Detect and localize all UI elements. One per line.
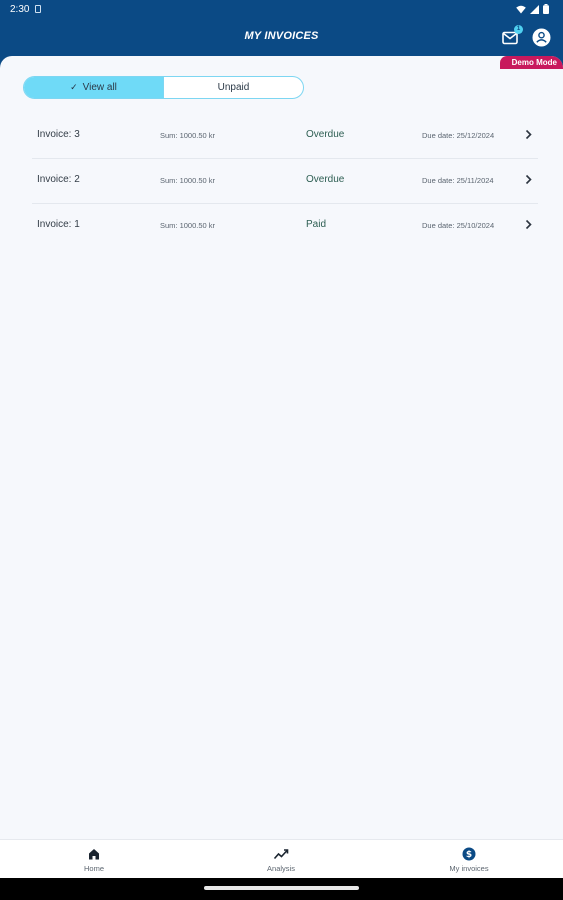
invoice-due-date: Due date: 25/10/2024 (422, 221, 495, 230)
status-bar: 2:30 (0, 0, 563, 18)
gesture-bar (0, 878, 563, 900)
battery-icon (543, 4, 549, 14)
svg-text:$: $ (466, 850, 472, 860)
page-title: MY INVOICES (244, 30, 319, 42)
invoice-sum: Sum: 1000.50 kr (160, 176, 216, 185)
main-content: Demo Mode ✓ View all Unpaid Invoice: 3 S… (0, 56, 563, 839)
home-gesture-handle[interactable] (204, 886, 359, 890)
chevron-right-icon (525, 219, 532, 230)
invoice-status: Paid (306, 219, 327, 230)
check-icon: ✓ (70, 82, 78, 92)
nav-analysis-label: Analysis (267, 864, 295, 873)
home-icon (89, 849, 99, 860)
invoice-sum: Sum: 1000.50 kr (160, 221, 216, 230)
invoice-filter: ✓ View all Unpaid (23, 76, 304, 99)
chevron-right-icon (525, 174, 532, 185)
invoice-row[interactable]: Invoice: 3 Sum: 1000.50 kr Overdue Due d… (32, 114, 538, 159)
invoice-status: Overdue (306, 129, 345, 140)
nav-home[interactable]: Home (49, 847, 139, 873)
invoice-due-date: Due date: 25/11/2024 (422, 176, 494, 185)
filter-unpaid-label: Unpaid (217, 82, 250, 93)
invoice-list: Invoice: 3 Sum: 1000.50 kr Overdue Due d… (32, 114, 538, 249)
nav-my-invoices[interactable]: $ My invoices (424, 847, 514, 873)
bottom-navigation: Home Analysis $ My invoices (0, 839, 563, 878)
messages-button[interactable]: 1 (502, 25, 523, 46)
account-icon (532, 28, 551, 47)
status-time: 2:30 (10, 3, 30, 15)
invoice-due-date: Due date: 25/12/2024 (422, 131, 495, 140)
chevron-right-icon (525, 129, 532, 140)
demo-mode-badge: Demo Mode (499, 56, 563, 69)
invoice-title: Invoice: 1 (37, 219, 80, 230)
nav-home-label: Home (83, 864, 104, 873)
sim-card-icon (35, 5, 42, 13)
notification-badge: 1 (514, 25, 523, 34)
invoice-sum: Sum: 1000.50 kr (160, 131, 216, 140)
trend-icon (273, 849, 289, 860)
dollar-icon: $ (462, 847, 476, 861)
filter-unpaid[interactable]: Unpaid (164, 77, 303, 98)
app-bar: MY INVOICES 1 (0, 18, 563, 56)
account-button[interactable] (532, 28, 551, 47)
wifi-icon (516, 5, 526, 13)
filter-view-all-label: View all (82, 82, 117, 93)
invoice-title: Invoice: 2 (37, 174, 80, 185)
signal-icon (530, 4, 539, 14)
invoice-row[interactable]: Invoice: 1 Sum: 1000.50 kr Paid Due date… (32, 204, 538, 249)
nav-analysis[interactable]: Analysis (236, 847, 326, 873)
filter-view-all[interactable]: ✓ View all (24, 77, 164, 98)
invoice-row[interactable]: Invoice: 2 Sum: 1000.50 kr Overdue Due d… (32, 159, 538, 204)
invoice-title: Invoice: 3 (37, 129, 80, 140)
invoice-status: Overdue (306, 174, 345, 185)
nav-my-invoices-label: My invoices (449, 864, 489, 873)
